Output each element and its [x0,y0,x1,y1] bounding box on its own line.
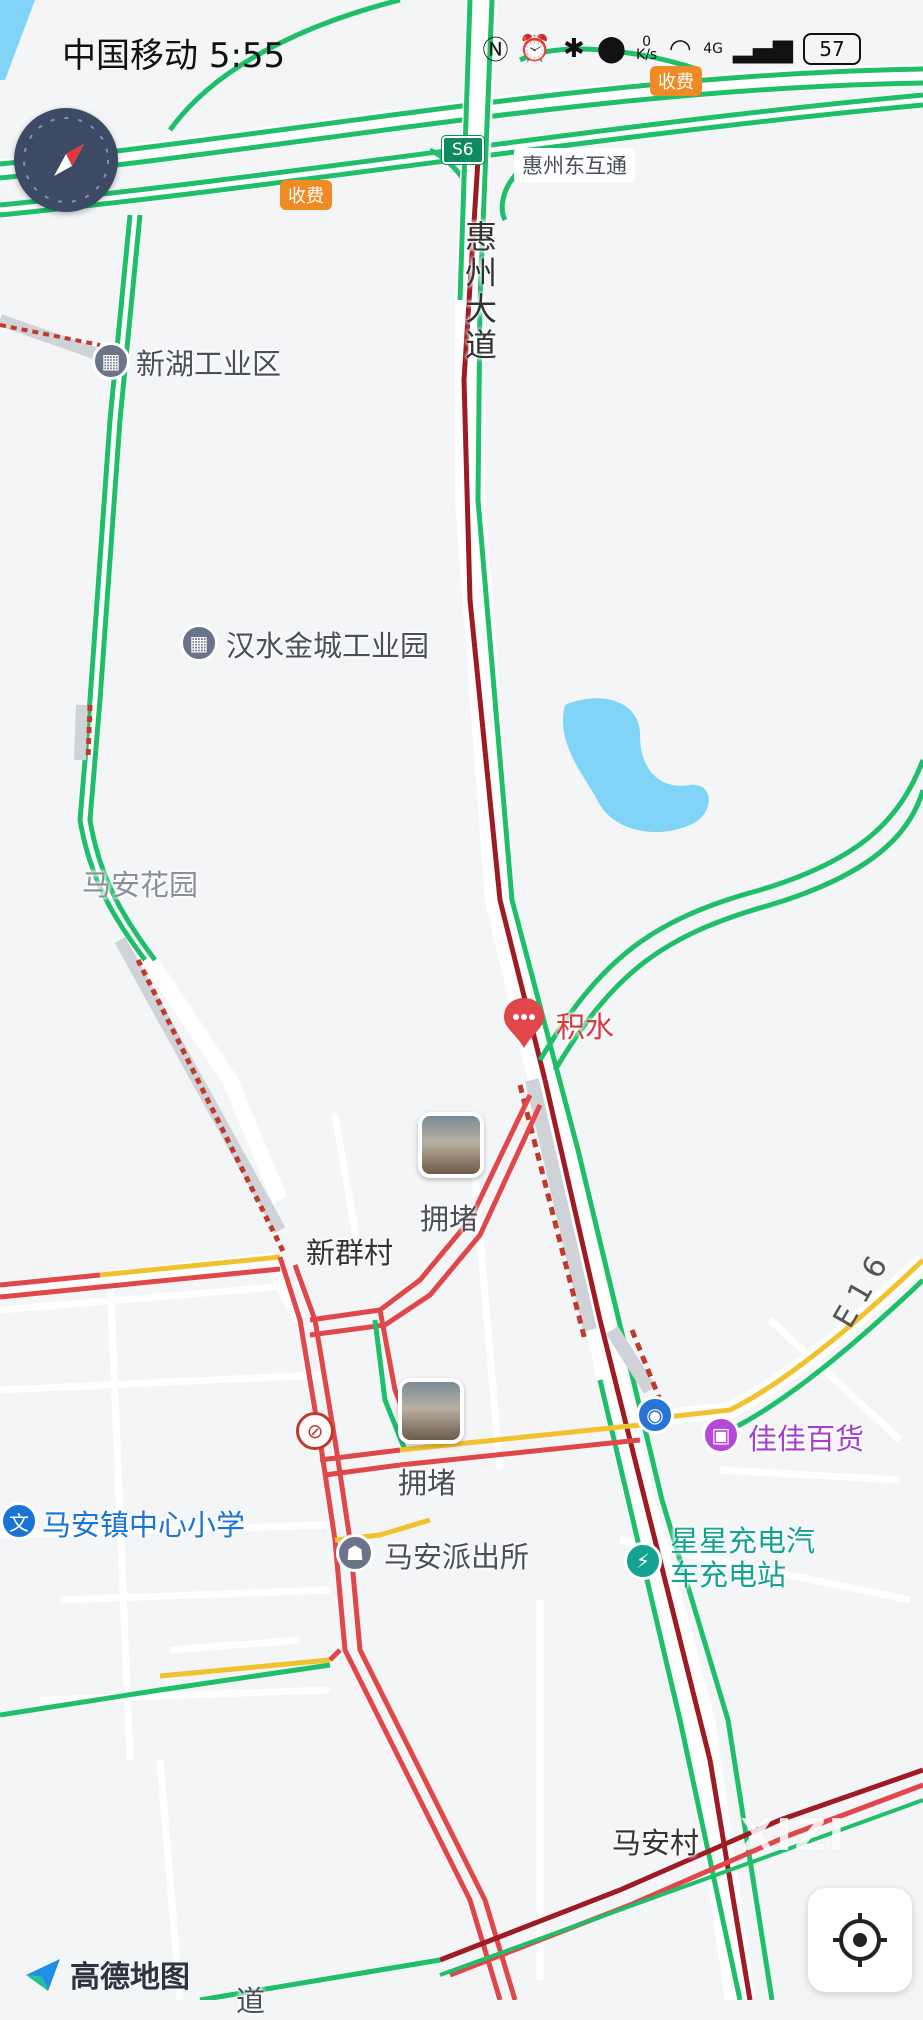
highway-badge: S6 [441,135,485,165]
school-icon[interactable]: 文 [0,1502,38,1540]
police-icon[interactable]: ☗ [336,1534,374,1572]
car-wash-icon[interactable]: ◉ [636,1396,674,1434]
road-label-partial: 道 [236,1984,266,2018]
toll-label: 收费 [650,66,702,96]
traffic-photo-marker[interactable] [398,1378,464,1444]
compass-button[interactable] [14,108,118,212]
amap-logo-icon [26,1959,60,1991]
industrial-park-icon[interactable]: ▦ [180,624,218,662]
charging-station-icon[interactable]: ⚡ [624,1542,662,1580]
toll-label: 收费 [280,180,332,210]
industrial-park-icon[interactable]: ▦ [92,342,130,380]
place-label-charging[interactable]: 星星充电汽车充电站 [670,1524,840,1592]
event-label-jam[interactable]: 拥堵 [398,1460,456,1502]
traffic-photo [402,1382,460,1440]
road-sign-icon[interactable]: ⊘ [296,1412,334,1450]
shopping-cart-icon[interactable]: ▣ [702,1416,740,1454]
traffic-photo-marker[interactable] [418,1112,484,1178]
amap-logo: 高德地图 [24,1952,190,1996]
locate-icon [833,1913,887,1967]
interchange-label: 惠州东互通 [514,148,635,182]
place-label-police[interactable]: 马安派出所 [384,1534,529,1576]
locate-button[interactable] [808,1888,912,1992]
place-label-maan-garden[interactable]: 马安花园 [82,862,198,904]
event-label-jam[interactable]: 拥堵 [420,1196,478,1238]
place-label-jiajia[interactable]: 佳佳百货 [748,1416,864,1458]
main-road-label: 惠州大道 [460,220,498,364]
watermark: XIZI [740,1810,847,1861]
logo-text: 高德地图 [70,1960,190,1995]
place-label-maan-village[interactable]: 马安村 [612,1820,699,1862]
chat-bubble-icon[interactable] [502,996,546,1050]
place-label-xinhu[interactable]: 新湖工业区 [136,341,281,383]
compass-icon [23,117,109,203]
place-label-xinqun[interactable]: 新群村 [306,1230,393,1272]
place-label-hanshui[interactable]: 汉水金城工业园 [226,623,429,665]
place-label-school[interactable]: 马安镇中心小学 [42,1502,245,1544]
event-label-water[interactable]: 积水 [556,1004,614,1046]
traffic-photo [422,1116,480,1174]
